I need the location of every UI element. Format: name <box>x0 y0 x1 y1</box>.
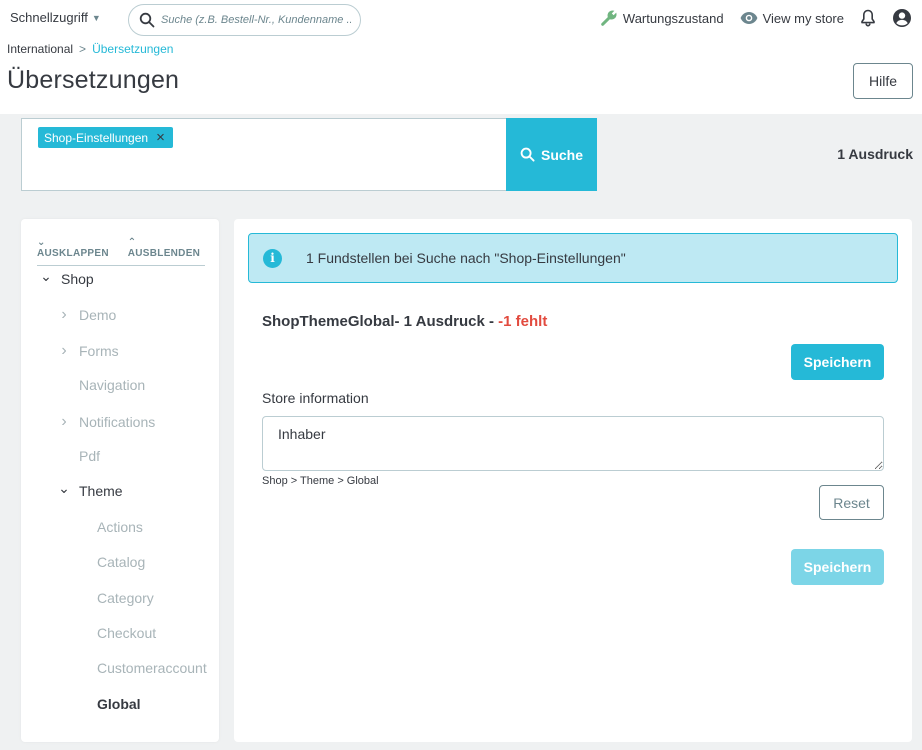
view-store-link[interactable]: View my store <box>740 11 844 26</box>
translations-panel: i 1 Fundstellen bei Suche nach "Shop-Ein… <box>234 219 912 742</box>
tree-item-global[interactable]: Global <box>75 696 141 712</box>
translation-tree: ⌄ AUSKLAPPEN ⌃ AUSBLENDEN ⌄ Shop › Demo › For… <box>21 219 219 742</box>
tree-item-label: Pdf <box>79 448 101 464</box>
expand-all-button[interactable]: ⌄ AUSKLAPPEN <box>37 237 114 259</box>
info-alert: i 1 Fundstellen bei Suche nach "Shop-Ein… <box>248 233 898 283</box>
reset-button[interactable]: Reset <box>819 485 884 520</box>
section-title: ShopThemeGlobal- 1 Ausdruck - -1 fehlt <box>262 313 547 330</box>
header-search-input[interactable] <box>161 14 351 26</box>
tree-item-label: Shop <box>61 271 94 287</box>
tree-item-label: Global <box>97 695 141 712</box>
tree-item-label: Checkout <box>97 625 157 641</box>
search-icon <box>520 147 535 162</box>
tree-actions: ⌄ AUSKLAPPEN ⌃ AUSBLENDEN <box>37 237 205 266</box>
translation-textarea[interactable]: Inhaber <box>262 416 884 471</box>
tree-item-actions[interactable]: Actions <box>75 519 143 535</box>
missing-count: -1 fehlt <box>498 313 548 330</box>
tree-item-shop[interactable]: ⌄ Shop <box>39 267 94 288</box>
save-button-top[interactable]: Speichern <box>791 344 884 380</box>
tree-item-navigation[interactable]: Navigation <box>57 377 145 393</box>
tree-item-customeraccount[interactable]: Customeraccount <box>75 660 207 676</box>
tree-item-label: Category <box>97 589 154 606</box>
tree-item-label: Catalog <box>97 554 146 571</box>
tree-item-label: Demo <box>79 307 117 324</box>
tree-item-label: Notifications <box>79 413 156 430</box>
tree-item-checkout[interactable]: Checkout <box>75 625 156 641</box>
view-store-label: View my store <box>762 10 844 26</box>
quick-access-label: Schnellzugriff <box>10 10 88 25</box>
result-count: 1 Ausdruck <box>837 146 913 162</box>
breadcrumb-current[interactable]: Übersetzungen <box>92 42 173 56</box>
search-tag: Shop-Einstellungen × <box>38 127 173 148</box>
breadcrumb-international[interactable]: International <box>7 42 73 56</box>
collapse-all-button[interactable]: ⌃ AUSBLENDEN <box>128 237 205 259</box>
close-icon[interactable]: × <box>156 130 165 145</box>
header-search-box[interactable] <box>128 4 361 36</box>
tree-item-theme[interactable]: ⌄ Theme <box>57 479 123 500</box>
tree-item-label: Customeraccount <box>97 660 207 677</box>
maintenance-link[interactable]: Wartungszustand <box>600 9 724 27</box>
search-icon <box>139 12 155 28</box>
search-tag-input[interactable]: Shop-Einstellungen × <box>21 118 507 191</box>
help-button[interactable]: Hilfe <box>853 63 913 99</box>
search-button[interactable]: Suche <box>506 118 597 191</box>
tree-item-demo[interactable]: › Demo <box>57 306 116 324</box>
search-tag-label: Shop-Einstellungen <box>44 130 149 145</box>
tree-item-category[interactable]: Category <box>75 590 154 606</box>
maintenance-label: Wartungszustand <box>622 10 724 26</box>
tree-item-label: Theme <box>79 483 123 500</box>
account-button[interactable] <box>892 8 912 28</box>
bell-icon <box>861 9 875 27</box>
tree-item-notifications[interactable]: › Notifications <box>57 413 155 431</box>
top-header: Schnellzugriff ▼ Wartungszustand View my… <box>0 0 922 114</box>
notifications-button[interactable] <box>860 9 876 27</box>
section-title-text: ShopThemeGlobal- 1 Ausdruck - <box>262 313 499 330</box>
breadcrumb-separator: > <box>79 42 87 56</box>
user-avatar-icon <box>893 9 911 27</box>
header-actions: Wartungszustand View my store <box>600 7 922 29</box>
chevron-right-icon: › <box>61 412 67 430</box>
save-button-bottom[interactable]: Speichern <box>791 549 884 585</box>
wrench-icon <box>601 10 617 26</box>
tree-item-label: Forms <box>79 342 119 359</box>
tree-item-pdf[interactable]: Pdf <box>57 448 100 464</box>
chevron-down-icon: ⌄ <box>40 267 52 284</box>
chevron-down-icon: ⌄ <box>58 479 70 496</box>
chevron-right-icon: › <box>61 341 67 359</box>
breadcrumb: International > Übersetzungen <box>7 42 173 56</box>
field-path: Shop > Theme > Global <box>262 475 379 487</box>
chevron-right-icon: › <box>61 306 67 324</box>
info-icon: i <box>263 248 282 268</box>
search-button-label: Suche <box>540 146 583 163</box>
eye-icon <box>740 12 757 24</box>
page-title: Übersetzungen <box>7 66 180 94</box>
alert-message: 1 Fundstellen bei Suche nach "Shop-Einst… <box>306 250 626 266</box>
tree-item-label: Navigation <box>79 377 146 394</box>
tree-item-label: Actions <box>97 518 143 535</box>
quick-access-dropdown[interactable]: Schnellzugriff ▼ <box>10 10 101 25</box>
tree-item-catalog[interactable]: Catalog <box>75 554 145 570</box>
field-label: Store information <box>262 390 369 406</box>
tree-item-forms[interactable]: › Forms <box>57 341 119 360</box>
caret-down-icon: ▼ <box>91 12 101 23</box>
